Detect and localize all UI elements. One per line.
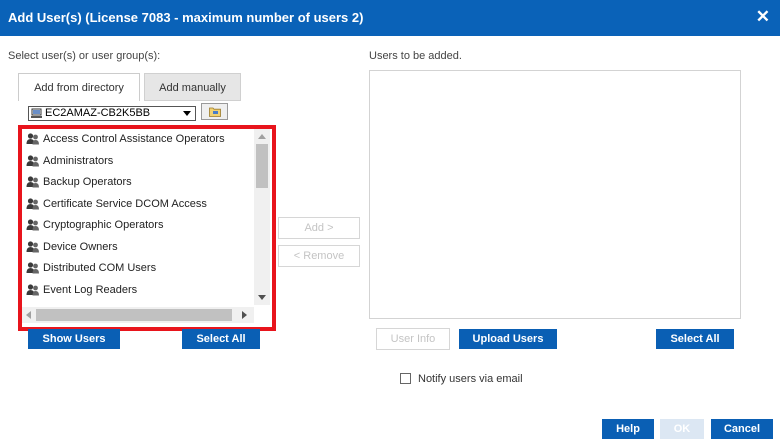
show-users-button[interactable]: Show Users	[28, 329, 120, 349]
computer-icon	[31, 108, 42, 118]
cancel-button[interactable]: Cancel	[711, 419, 773, 439]
list-item[interactable]: Event Log Readers	[22, 280, 252, 300]
list-item[interactable]: Access Control Assistance Operators	[22, 129, 252, 149]
remove-button[interactable]: < Remove	[278, 245, 360, 267]
notify-email-checkbox[interactable]	[400, 373, 411, 384]
user-group-icon	[26, 176, 39, 188]
help-button[interactable]: Help	[602, 419, 654, 439]
user-group-icon	[26, 262, 39, 274]
user-info-button[interactable]: User Info	[376, 328, 450, 350]
list-item[interactable]: Device Owners	[22, 237, 252, 257]
scroll-left-icon[interactable]	[26, 311, 31, 319]
tab-add-manually[interactable]: Add manually	[144, 73, 241, 101]
list-item[interactable]: Backup Operators	[22, 172, 252, 192]
list-item-label: Backup Operators	[43, 176, 132, 188]
directory-list[interactable]: Access Control Assistance Operators Admi…	[22, 129, 272, 327]
user-group-icon	[26, 219, 39, 231]
dialog-title: Add User(s) (License 7083 - maximum numb…	[8, 10, 364, 25]
horizontal-scroll-thumb[interactable]	[36, 309, 232, 321]
list-item-label: Administrators	[43, 154, 114, 167]
tab-label: Add from directory	[34, 82, 124, 94]
list-item-label: Event Log Readers	[43, 283, 138, 296]
list-item[interactable]: Certificate Service DCOM Access	[22, 194, 252, 214]
vertical-scrollbar[interactable]	[254, 129, 270, 305]
scroll-right-icon[interactable]	[242, 311, 247, 319]
close-icon[interactable]: ✕	[756, 7, 770, 27]
add-button[interactable]: Add >	[278, 217, 360, 239]
user-group-icon	[26, 240, 39, 252]
directory-select-value: EC2AMAZ-CB2K5BB	[45, 107, 151, 119]
folder-icon	[209, 107, 221, 117]
list-item-label: Certificate Service DCOM Access	[43, 197, 207, 210]
right-select-all-button[interactable]: Select All	[656, 329, 734, 349]
scroll-up-icon[interactable]	[258, 134, 266, 139]
tab-label: Add manually	[159, 82, 226, 94]
horizontal-scrollbar[interactable]	[22, 307, 254, 323]
list-item-label: Access Control Assistance Operators	[43, 133, 225, 145]
browse-directory-button[interactable]	[201, 103, 228, 120]
list-item-label: Cryptographic Operators	[43, 219, 164, 231]
list-item[interactable]: Cryptographic Operators	[22, 215, 252, 235]
users-to-be-added-label: Users to be added.	[369, 50, 462, 62]
list-item-label: Device Owners	[43, 240, 118, 253]
user-group-icon	[26, 154, 39, 166]
left-select-all-button[interactable]: Select All	[182, 329, 260, 349]
chevron-down-icon	[183, 111, 191, 116]
user-group-icon	[26, 133, 39, 145]
select-users-label: Select user(s) or user group(s):	[8, 50, 161, 62]
notify-email-label: Notify users via email	[418, 373, 523, 385]
list-item[interactable]: Administrators	[22, 151, 252, 171]
user-group-icon	[26, 197, 39, 209]
ok-button[interactable]: OK	[660, 419, 704, 439]
user-group-icon	[26, 283, 39, 295]
list-item-label: Distributed COM Users	[43, 262, 157, 274]
vertical-scroll-thumb[interactable]	[256, 144, 268, 188]
list-item[interactable]: Distributed COM Users	[22, 258, 252, 278]
tab-add-from-directory[interactable]: Add from directory	[18, 73, 140, 101]
directory-select[interactable]: EC2AMAZ-CB2K5BB	[28, 106, 196, 121]
upload-users-button[interactable]: Upload Users	[459, 329, 557, 349]
users-to-be-added-list[interactable]	[369, 70, 741, 319]
dialog-title-bar: Add User(s) (License 7083 - maximum numb…	[0, 0, 780, 36]
scroll-down-icon[interactable]	[258, 295, 266, 300]
